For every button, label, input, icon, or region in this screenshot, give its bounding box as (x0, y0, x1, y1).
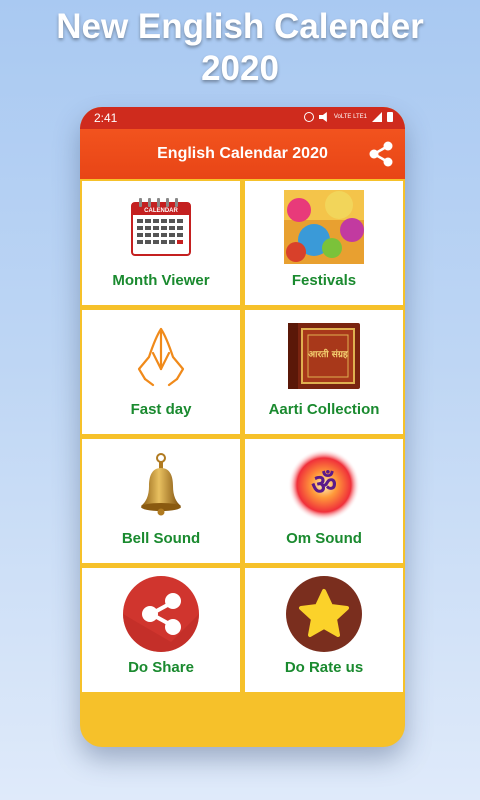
tile-label: Do Rate us (284, 659, 364, 676)
app-title: English Calendar 2020 (157, 145, 328, 162)
praying-hands-icon (137, 327, 185, 387)
tile-label: Om Sound (286, 530, 362, 547)
book-title-text: आरती संग्रह (308, 348, 349, 360)
status-icons: VoLTE LTE1 (303, 112, 393, 122)
tile-bell-sound[interactable]: Bell Sound (82, 439, 240, 563)
status-time: 2:41 (94, 111, 118, 125)
om-icon: ॐ (288, 449, 360, 521)
app-bar: English Calendar 2020 (80, 129, 405, 179)
aarti-book-image: आरती संग्रह (288, 323, 360, 389)
calendar-icon: CALENDAR (131, 198, 191, 256)
tile-festivals[interactable]: Festivals (245, 181, 403, 305)
tile-aarti-collection[interactable]: आरती संग्रह Aarti Collection (245, 310, 403, 434)
promo-title-line1: New English Calender (56, 7, 424, 46)
bell-icon (141, 453, 181, 516)
calendar-header-text: CALENDAR (144, 208, 178, 214)
tile-label: Bell Sound (121, 530, 201, 547)
tile-label: Do Share (128, 659, 194, 676)
mute-icon (318, 112, 327, 122)
promo-title: New English Calender 2020 (0, 6, 480, 90)
om-symbol: ॐ (311, 468, 337, 501)
share-icon (369, 141, 393, 167)
tile-do-rate-us[interactable]: Do Rate us (245, 568, 403, 692)
festival-image (284, 190, 364, 264)
share-button[interactable] (367, 141, 395, 167)
tile-do-share[interactable]: Do Share (82, 568, 240, 692)
tile-month-viewer[interactable]: CALENDAR Month Viewer (82, 181, 240, 305)
battery-icon (387, 112, 393, 122)
tile-om-sound[interactable]: ॐ Om Sound (245, 439, 403, 563)
tile-label: Month Viewer (112, 272, 210, 289)
tile-label: Festivals (291, 272, 357, 289)
share-circle-icon (123, 576, 199, 652)
tile-label: Aarti Collection (268, 401, 380, 418)
phone-frame: 2:41 VoLTE LTE1 English Calendar 2020 CA… (80, 107, 405, 747)
tile-label: Fast day (130, 401, 192, 418)
promo-title-line2: 2020 (201, 49, 279, 88)
network-label: VoLTE LTE1 (333, 113, 367, 120)
star-circle-icon (286, 576, 362, 652)
signal-icon (372, 112, 382, 122)
status-bar: 2:41 VoLTE LTE1 (80, 107, 405, 129)
alarm-icon (303, 112, 314, 122)
tile-fast-day[interactable]: Fast day (82, 310, 240, 434)
